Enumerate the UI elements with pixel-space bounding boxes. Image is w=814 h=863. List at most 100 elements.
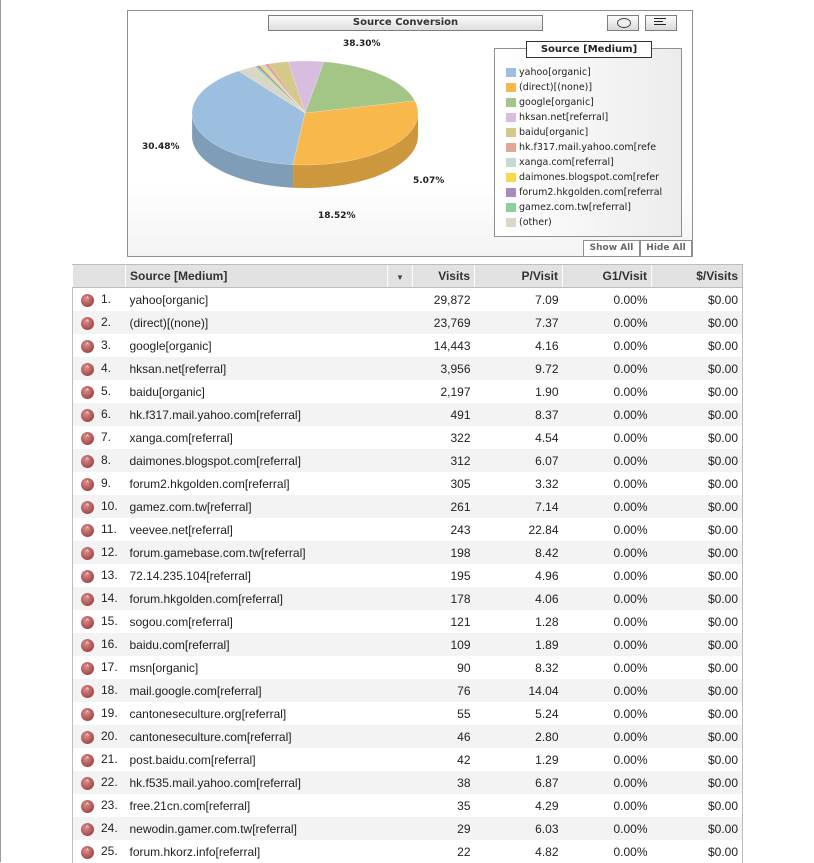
legend-item[interactable]: (direct)[(none)] <box>506 80 678 95</box>
expand-row-icon[interactable]: ˄ <box>81 501 94 514</box>
page-left-border <box>0 0 1 862</box>
expand-row-icon[interactable]: ˄ <box>81 708 94 721</box>
expand-row-icon[interactable]: ˄ <box>81 662 94 675</box>
expand-row-icon[interactable]: ˄ <box>81 639 94 652</box>
expand-row-icon[interactable]: ˄ <box>81 294 94 307</box>
row-source[interactable]: google[organic] <box>126 334 413 357</box>
pie-view-button[interactable] <box>607 15 639 31</box>
row-goal1-per-visit: 0.00% <box>563 380 652 403</box>
expand-row-icon[interactable]: ˄ <box>81 386 94 399</box>
row-source[interactable]: forum2.hkgolden.com[referral] <box>126 472 413 495</box>
legend-label: baidu[organic] <box>519 127 588 138</box>
legend-label: google[organic] <box>519 97 594 108</box>
legend-title: Source [Medium] <box>526 41 652 58</box>
expand-row-icon[interactable]: ˄ <box>81 409 94 422</box>
row-index: 11. <box>101 522 117 536</box>
row-visits: 2,197 <box>413 380 475 403</box>
legend-label: (direct)[(none)] <box>519 82 592 93</box>
table-row: ˄17.msn[organic]908.320.00%$0.00 <box>73 656 743 679</box>
hide-all-button[interactable]: Hide All <box>640 240 692 257</box>
row-source[interactable]: yahoo[organic] <box>126 288 413 312</box>
expand-row-icon[interactable]: ˄ <box>81 823 94 836</box>
row-visits: 29,872 <box>413 288 475 312</box>
table-row: ˄2.(direct)[(none)]23,7697.370.00%$0.00 <box>73 311 743 334</box>
header-source[interactable]: Source [Medium] <box>126 265 388 288</box>
header-visits[interactable]: Visits <box>413 265 475 288</box>
row-source[interactable]: hk.f317.mail.yahoo.com[referral] <box>126 403 413 426</box>
row-visits: 90 <box>413 656 475 679</box>
row-source[interactable]: forum.gamebase.com.tw[referral] <box>126 541 413 564</box>
row-goal1-per-visit: 0.00% <box>563 794 652 817</box>
legend-item[interactable]: gamez.com.tw[referral] <box>506 200 678 215</box>
legend-item[interactable]: hk.f317.mail.yahoo.com[refe <box>506 140 678 155</box>
expand-row-icon[interactable]: ˄ <box>81 616 94 629</box>
row-source[interactable]: baidu.com[referral] <box>126 633 413 656</box>
expand-row-icon[interactable]: ˄ <box>81 685 94 698</box>
row-value-per-visit: $0.00 <box>652 679 743 702</box>
row-source[interactable]: free.21cn.com[referral] <box>126 794 413 817</box>
row-index: 25. <box>101 844 118 858</box>
expand-row-icon[interactable]: ˄ <box>81 570 94 583</box>
row-source[interactable]: hk.f535.mail.yahoo.com[referral] <box>126 771 413 794</box>
row-source[interactable]: forum.hkorz.info[referral] <box>126 840 413 863</box>
legend-item[interactable]: forum2.hkgolden.com[referral <box>506 185 678 200</box>
expand-row-icon[interactable]: ˄ <box>81 317 94 330</box>
table-row: ˄5.baidu[organic]2,1971.900.00%$0.00 <box>73 380 743 403</box>
header-value-per-visit[interactable]: $/Visits <box>652 265 743 288</box>
legend-label: daimones.blogspot.com[refer <box>519 172 659 183</box>
row-source[interactable]: (direct)[(none)] <box>126 311 413 334</box>
row-source[interactable]: veevee.net[referral] <box>126 518 413 541</box>
expand-row-icon[interactable]: ˄ <box>81 846 94 859</box>
expand-row-icon[interactable]: ˄ <box>81 455 94 468</box>
row-visits: 35 <box>413 794 475 817</box>
row-source[interactable]: baidu[organic] <box>126 380 413 403</box>
sort-toggle[interactable]: ▼ <box>388 265 413 288</box>
row-source[interactable]: 72.14.235.104[referral] <box>126 564 413 587</box>
row-source[interactable]: gamez.com.tw[referral] <box>126 495 413 518</box>
row-visits: 38 <box>413 771 475 794</box>
expand-row-icon[interactable]: ˄ <box>81 777 94 790</box>
legend-swatch <box>506 113 516 122</box>
row-source[interactable]: sogou.com[referral] <box>126 610 413 633</box>
row-pages-per-visit: 7.37 <box>475 311 563 334</box>
row-pages-per-visit: 1.90 <box>475 380 563 403</box>
row-source[interactable]: hksan.net[referral] <box>126 357 413 380</box>
legend-item[interactable]: xanga.com[referral] <box>506 155 678 170</box>
row-source[interactable]: daimones.blogspot.com[referral] <box>126 449 413 472</box>
expand-row-icon[interactable]: ˄ <box>81 731 94 744</box>
row-index: 15. <box>101 614 118 628</box>
row-index-cell: ˄2. <box>73 311 126 334</box>
row-source[interactable]: post.baidu.com[referral] <box>126 748 413 771</box>
row-source[interactable]: newodin.gamer.com.tw[referral] <box>126 817 413 840</box>
row-pages-per-visit: 6.07 <box>475 449 563 472</box>
expand-row-icon[interactable]: ˄ <box>81 524 94 537</box>
row-source[interactable]: xanga.com[referral] <box>126 426 413 449</box>
legend-item[interactable]: daimones.blogspot.com[refer <box>506 170 678 185</box>
legend-swatch <box>506 128 516 137</box>
row-source[interactable]: cantoneseculture.com[referral] <box>126 725 413 748</box>
expand-row-icon[interactable]: ˄ <box>81 593 94 606</box>
legend-item[interactable]: yahoo[organic] <box>506 65 678 80</box>
expand-row-icon[interactable]: ˄ <box>81 432 94 445</box>
expand-row-icon[interactable]: ˄ <box>81 363 94 376</box>
legend-item[interactable]: baidu[organic] <box>506 125 678 140</box>
row-source[interactable]: forum.hkgolden.com[referral] <box>126 587 413 610</box>
legend-item[interactable]: google[organic] <box>506 95 678 110</box>
row-source[interactable]: msn[organic] <box>126 656 413 679</box>
row-source[interactable]: cantoneseculture.org[referral] <box>126 702 413 725</box>
row-source[interactable]: mail.google.com[referral] <box>126 679 413 702</box>
legend-swatch <box>506 203 516 212</box>
legend-item[interactable]: (other) <box>506 215 678 230</box>
row-pages-per-visit: 5.24 <box>475 702 563 725</box>
expand-row-icon[interactable]: ˄ <box>81 800 94 813</box>
expand-row-icon[interactable]: ˄ <box>81 754 94 767</box>
legend-item[interactable]: hksan.net[referral] <box>506 110 678 125</box>
row-index: 16. <box>101 637 118 651</box>
table-view-button[interactable] <box>645 15 677 31</box>
expand-row-icon[interactable]: ˄ <box>81 547 94 560</box>
expand-row-icon[interactable]: ˄ <box>81 340 94 353</box>
show-all-button[interactable]: Show All <box>583 240 640 257</box>
header-pages-per-visit[interactable]: P/Visit <box>475 265 563 288</box>
expand-row-icon[interactable]: ˄ <box>81 478 94 491</box>
header-goal1-per-visit[interactable]: G1/Visit <box>563 265 652 288</box>
